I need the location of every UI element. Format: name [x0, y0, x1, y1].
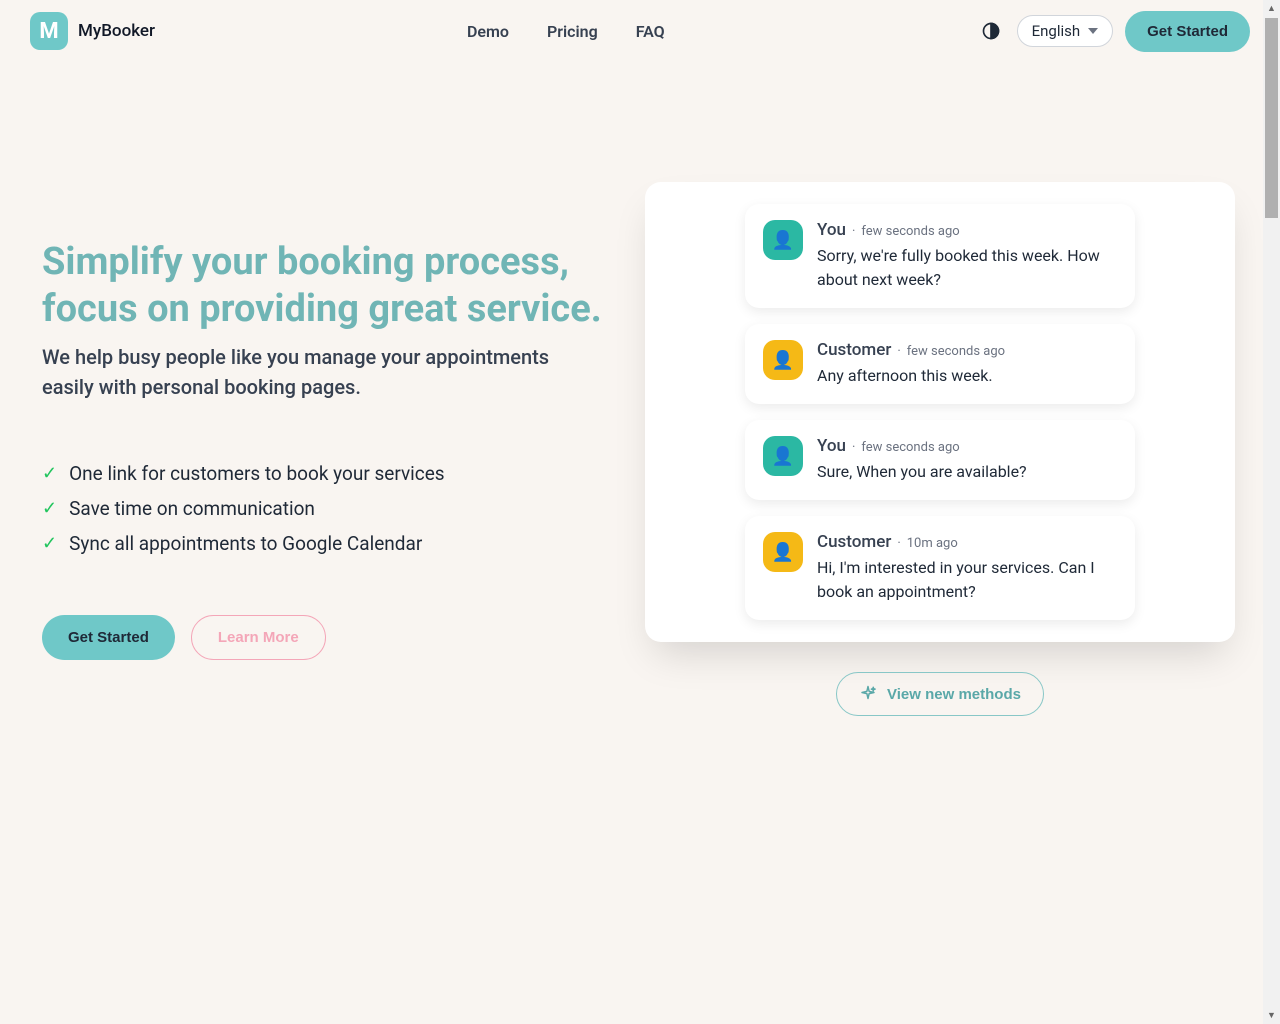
- person-icon: 👤: [772, 446, 794, 467]
- chat-sender: Customer: [817, 340, 891, 360]
- feature-text: Sync all appointments to Google Calendar: [69, 532, 422, 555]
- person-icon: 👤: [772, 230, 794, 251]
- header-get-started-button[interactable]: Get Started: [1125, 11, 1250, 52]
- feature-item: ✓ Sync all appointments to Google Calend…: [42, 532, 602, 555]
- avatar: 👤: [763, 220, 803, 260]
- scroll-up-icon[interactable]: ▲: [1263, 0, 1280, 17]
- avatar: 👤: [763, 532, 803, 572]
- chat-text: Sure, When you are available?: [817, 460, 1117, 484]
- check-icon: ✓: [42, 498, 57, 519]
- chat-panel: 👤 You · few seconds ago Sorry, we're ful…: [645, 182, 1235, 642]
- chat-body: You · few seconds ago Sure, When you are…: [817, 436, 1117, 484]
- feature-item: ✓ One link for customers to book your se…: [42, 462, 602, 485]
- avatar: 👤: [763, 436, 803, 476]
- hero-copy: Simplify your booking process, focus on …: [42, 239, 602, 660]
- header: M MyBooker Demo Pricing FAQ English Get …: [0, 0, 1280, 62]
- contrast-icon: [981, 21, 1001, 41]
- chat-text: Sorry, we're fully booked this week. How…: [817, 244, 1117, 292]
- nav-demo[interactable]: Demo: [467, 22, 509, 41]
- language-label: English: [1032, 22, 1081, 40]
- chat-message: 👤 Customer · few seconds ago Any afterno…: [745, 324, 1135, 404]
- feature-text: Save time on communication: [69, 497, 315, 520]
- chat-body: Customer · 10m ago Hi, I'm interested in…: [817, 532, 1117, 604]
- chat-message: 👤 Customer · 10m ago Hi, I'm interested …: [745, 516, 1135, 620]
- language-select[interactable]: English: [1017, 15, 1114, 47]
- hero-subhead: We help busy people like you manage your…: [42, 342, 602, 402]
- chevron-down-icon: [1088, 28, 1098, 34]
- separator-dot: ·: [897, 344, 900, 359]
- scroll-down-icon[interactable]: ▼: [1263, 1007, 1280, 1024]
- chat-body: You · few seconds ago Sorry, we're fully…: [817, 220, 1117, 292]
- separator-dot: ·: [897, 536, 900, 551]
- feature-item: ✓ Save time on communication: [42, 497, 602, 520]
- scrollbar[interactable]: ▲ ▼: [1263, 0, 1280, 1024]
- chat-timestamp: few seconds ago: [907, 344, 1005, 359]
- separator-dot: ·: [852, 224, 855, 239]
- chat-timestamp: few seconds ago: [861, 440, 959, 455]
- chat-timestamp: few seconds ago: [861, 224, 959, 239]
- chat-sender: You: [817, 436, 846, 456]
- chat-message: 👤 You · few seconds ago Sorry, we're ful…: [745, 204, 1135, 308]
- header-actions: English Get Started: [977, 11, 1250, 52]
- view-methods-label: View new methods: [887, 686, 1021, 703]
- separator-dot: ·: [852, 440, 855, 455]
- feature-list: ✓ One link for customers to book your se…: [42, 462, 602, 555]
- chat-sender: Customer: [817, 532, 891, 552]
- view-new-methods-button[interactable]: View new methods: [836, 672, 1044, 716]
- nav: Demo Pricing FAQ: [467, 22, 665, 41]
- learn-more-button[interactable]: Learn More: [191, 615, 326, 660]
- sparkle-icon: [859, 685, 877, 703]
- logo-icon: M: [30, 12, 68, 50]
- brand[interactable]: M MyBooker: [30, 12, 155, 50]
- avatar: 👤: [763, 340, 803, 380]
- brand-name: MyBooker: [78, 21, 155, 41]
- check-icon: ✓: [42, 533, 57, 554]
- hero-section: Simplify your booking process, focus on …: [0, 62, 1280, 756]
- nav-pricing[interactable]: Pricing: [547, 22, 598, 41]
- hero-headline: Simplify your booking process, focus on …: [42, 239, 602, 334]
- theme-toggle-button[interactable]: [977, 17, 1005, 45]
- chat-timestamp: 10m ago: [907, 536, 958, 551]
- chat-text: Any afternoon this week.: [817, 364, 1117, 388]
- chat-message: 👤 You · few seconds ago Sure, When you a…: [745, 420, 1135, 500]
- check-icon: ✓: [42, 463, 57, 484]
- scrollbar-thumb[interactable]: [1265, 18, 1278, 218]
- feature-text: One link for customers to book your serv…: [69, 462, 445, 485]
- hero-buttons: Get Started Learn More: [42, 615, 602, 660]
- chat-text: Hi, I'm interested in your services. Can…: [817, 556, 1117, 604]
- chat-body: Customer · few seconds ago Any afternoon…: [817, 340, 1117, 388]
- nav-faq[interactable]: FAQ: [636, 22, 665, 41]
- hero-visual: 👤 You · few seconds ago Sorry, we're ful…: [642, 182, 1238, 716]
- person-icon: 👤: [772, 542, 794, 563]
- chat-sender: You: [817, 220, 846, 240]
- person-icon: 👤: [772, 350, 794, 371]
- get-started-button[interactable]: Get Started: [42, 615, 175, 660]
